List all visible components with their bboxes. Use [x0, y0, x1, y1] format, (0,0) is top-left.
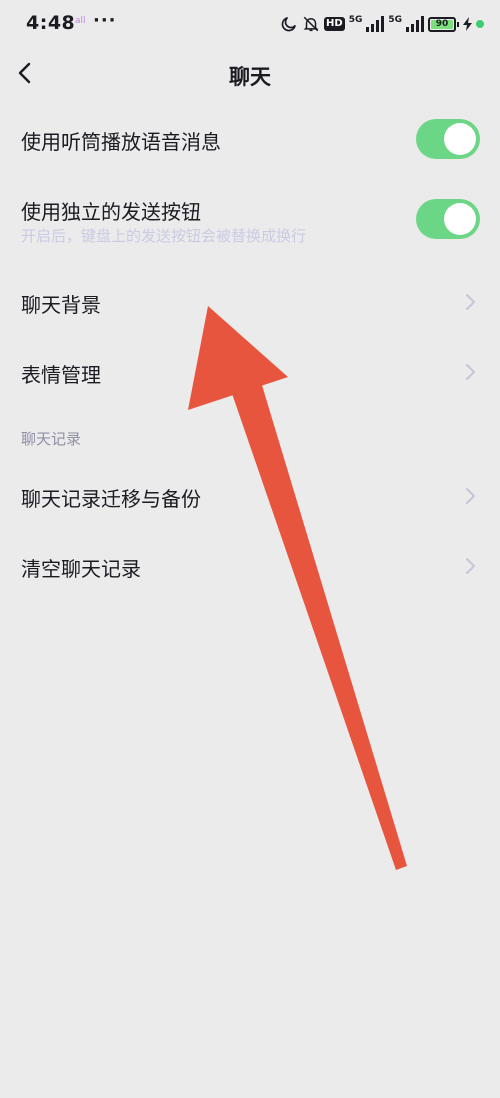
setting-label-earpiece: 使用听筒播放语音消息 — [21, 130, 221, 154]
status-time: 4:48 — [26, 12, 76, 34]
battery-level: 90 — [435, 18, 449, 29]
setting-label-migrate-backup: 聊天记录迁移与备份 — [21, 487, 201, 511]
page-title: 聊天 — [229, 65, 271, 89]
chevron-right-icon — [466, 364, 475, 380]
network-5g-label: 5G — [348, 14, 363, 25]
nav-bar: 聊天 — [0, 52, 500, 96]
chevron-right-icon — [466, 294, 475, 310]
section-header-chat-history: 聊天记录 — [21, 430, 82, 448]
setting-row-separate-send[interactable]: 使用独立的发送按钮 开启后，键盘上的发送按钮会被替换成换行 — [0, 185, 500, 260]
setting-row-chat-background[interactable]: 聊天背景 — [0, 270, 500, 334]
signal-icon — [406, 16, 424, 32]
notification-app-icon: all — [75, 16, 86, 26]
more-notifications-icon: ··· — [93, 10, 117, 31]
setting-description-separate-send: 开启后，键盘上的发送按钮会被替换成换行 — [21, 227, 307, 245]
signal-icon — [366, 16, 385, 32]
setting-row-clear-history[interactable]: 清空聊天记录 — [0, 534, 500, 598]
setting-label-separate-send: 使用独立的发送按钮 — [21, 200, 201, 224]
bell-muted-icon — [303, 16, 319, 32]
setting-row-sticker-management[interactable]: 表情管理 — [0, 340, 500, 404]
separate-send-toggle[interactable] — [416, 199, 480, 239]
hd-badge: HD — [324, 17, 345, 31]
earpiece-toggle[interactable] — [416, 119, 480, 159]
status-bar: 4:48 all ··· HD 5G 5G 90 — [0, 0, 500, 48]
setting-label-clear-history: 清空聊天记录 — [21, 557, 141, 581]
privacy-indicator-dot — [476, 20, 484, 28]
chevron-right-icon — [466, 488, 475, 504]
toggle-knob — [444, 203, 476, 235]
moon-icon — [281, 17, 296, 32]
charging-icon — [463, 17, 472, 31]
battery-tip — [457, 21, 459, 27]
chevron-right-icon — [466, 558, 475, 574]
setting-label-sticker-management: 表情管理 — [21, 363, 101, 387]
setting-row-earpiece[interactable]: 使用听筒播放语音消息 — [0, 110, 500, 170]
toggle-knob — [444, 123, 476, 155]
setting-row-migrate-backup[interactable]: 聊天记录迁移与备份 — [0, 463, 500, 527]
status-icons: HD 5G 5G 90 — [280, 13, 484, 35]
network-5g-label: 5G — [388, 14, 402, 25]
battery-icon: 90 — [428, 16, 456, 32]
setting-label-chat-background: 聊天背景 — [21, 293, 101, 317]
